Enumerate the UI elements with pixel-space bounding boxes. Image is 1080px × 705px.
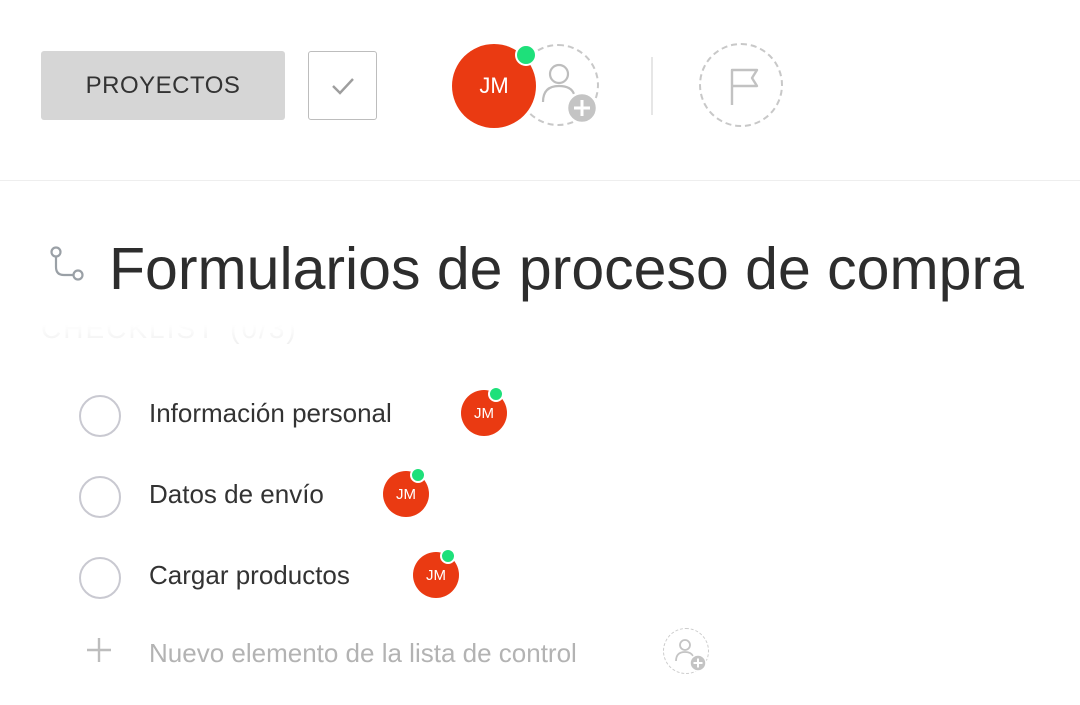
online-status-dot <box>440 548 456 564</box>
checklist-section-label: CHECKLIST (0/3) <box>41 314 298 344</box>
checklist-item-checkbox[interactable] <box>79 395 121 437</box>
task-toolbar: PROYECTOS JM <box>0 0 1080 181</box>
projects-button[interactable]: PROYECTOS <box>41 51 285 120</box>
checklist-count: (0/3) <box>230 314 298 344</box>
milestone-button[interactable] <box>699 43 783 127</box>
plus-icon[interactable] <box>84 635 114 665</box>
task-title[interactable]: Formularios de proceso de compra <box>109 236 1024 302</box>
online-status-dot <box>410 467 426 483</box>
checklist-item-label[interactable]: Datos de envío <box>149 479 324 510</box>
checklist-heading: CHECKLIST <box>41 314 217 344</box>
mark-complete-button[interactable] <box>308 51 377 120</box>
checklist-item-label[interactable]: Cargar productos <box>149 560 350 591</box>
flag-icon <box>730 68 759 105</box>
subtask-icon <box>50 246 84 281</box>
checklist-item: Información personal JM <box>0 386 1080 446</box>
assignee-initials: JM <box>474 404 494 422</box>
checklist-item-label[interactable]: Información personal <box>149 398 392 429</box>
checklist-item: Datos de envío JM <box>0 467 1080 527</box>
checklist-item-checkbox[interactable] <box>79 476 121 518</box>
assignee-initials: JM <box>396 485 416 503</box>
assignee-initials: JM <box>426 566 446 584</box>
online-status-dot <box>515 44 537 66</box>
new-checklist-item-row: Nuevo elemento de la lista de control <box>0 628 1080 678</box>
checklist-item-checkbox[interactable] <box>79 557 121 599</box>
checklist-item: Cargar productos JM <box>0 548 1080 608</box>
online-status-dot <box>488 386 504 402</box>
assign-member-button[interactable] <box>663 628 709 674</box>
check-icon <box>331 77 354 95</box>
toolbar-divider <box>651 57 653 115</box>
assignee-initials: JM <box>479 73 509 98</box>
new-checklist-item-input[interactable]: Nuevo elemento de la lista de control <box>149 638 577 669</box>
add-person-icon <box>675 639 707 672</box>
